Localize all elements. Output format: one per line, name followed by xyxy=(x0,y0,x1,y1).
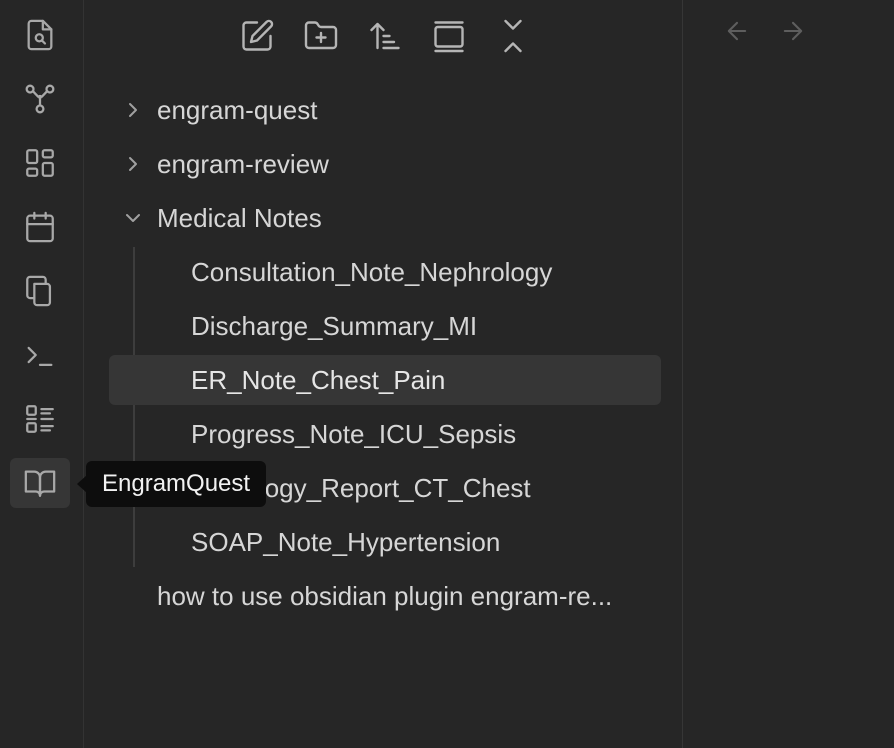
folder-label: Medical Notes xyxy=(157,202,322,233)
daily-notes-icon xyxy=(26,211,54,243)
new-note-button[interactable] xyxy=(235,14,279,58)
navigate-back-button[interactable] xyxy=(720,14,754,48)
slides-icon xyxy=(26,405,54,433)
chevron-right-icon xyxy=(129,103,137,117)
file-label: Progress_Note_ICU_Sepsis xyxy=(191,418,517,449)
sort-icon xyxy=(370,22,400,50)
main-pane xyxy=(684,0,894,748)
daily-notes-button[interactable] xyxy=(10,202,70,252)
chevron-right-icon xyxy=(129,157,137,171)
navigate-forward-button[interactable] xyxy=(776,14,810,48)
file-label: ER_Note_Chest_Pain xyxy=(191,364,446,395)
collapse-all-button[interactable] xyxy=(491,14,535,58)
chevron-down-icon xyxy=(126,214,140,222)
auto-reveal-button[interactable] xyxy=(427,14,471,58)
slides-button[interactable] xyxy=(10,394,70,444)
search-files-icon xyxy=(27,19,53,51)
arrow-right-icon xyxy=(783,21,803,41)
ribbon xyxy=(0,0,84,748)
new-folder-icon xyxy=(304,21,338,50)
file-label: Discharge_Summary_MI xyxy=(191,310,478,341)
search-files-button[interactable] xyxy=(10,10,70,60)
file-soap-note-hypertension[interactable]: SOAP_Note_Hypertension xyxy=(109,517,661,567)
arrow-left-icon xyxy=(727,21,747,41)
collapse-all-icon xyxy=(504,19,522,53)
file-label: SOAP_Note_Hypertension xyxy=(191,526,501,557)
file-label: how to use obsidian plugin engram-re... xyxy=(157,580,613,611)
command-palette-button[interactable] xyxy=(10,330,70,380)
new-note-icon xyxy=(242,19,274,51)
folder-medical-notes[interactable]: Medical Notes xyxy=(109,193,661,243)
folder-engram-review[interactable]: engram-review xyxy=(109,139,661,189)
file-progress-note-icu-sepsis[interactable]: Progress_Note_ICU_Sepsis xyxy=(109,409,661,459)
tooltip: EngramQuest xyxy=(86,461,267,507)
templates-button[interactable] xyxy=(10,266,70,316)
file-discharge-summary-mi[interactable]: Discharge_Summary_MI xyxy=(109,301,661,351)
new-folder-button[interactable] xyxy=(299,14,343,58)
folder-label: engram-review xyxy=(157,148,329,179)
file-label: Consultation_Note_Nephrology xyxy=(191,256,553,287)
sort-button[interactable] xyxy=(363,14,407,58)
file-consultation-note-nephrology[interactable]: Consultation_Note_Nephrology xyxy=(109,247,661,297)
engram-quest-icon xyxy=(24,470,56,497)
auto-reveal-icon xyxy=(434,21,464,53)
folder-label: engram-quest xyxy=(157,94,318,125)
engram-quest-button[interactable] xyxy=(10,458,70,508)
explorer-toolbar xyxy=(85,10,683,62)
folder-engram-quest[interactable]: engram-quest xyxy=(109,85,661,135)
app-window: engram-quest engram-review Medical Notes… xyxy=(0,0,894,748)
command-palette-icon xyxy=(27,346,53,367)
canvas-icon xyxy=(26,149,54,177)
file-er-note-chest-pain[interactable]: ER_Note_Chest_Pain xyxy=(109,355,661,405)
graph-view-icon xyxy=(25,84,55,114)
graph-view-button[interactable] xyxy=(10,74,70,124)
file-explorer: engram-quest engram-review Medical Notes… xyxy=(85,0,683,748)
templates-icon xyxy=(26,275,52,307)
file-how-to-use-plugin[interactable]: how to use obsidian plugin engram-re... xyxy=(109,571,661,621)
canvas-button[interactable] xyxy=(10,138,70,188)
